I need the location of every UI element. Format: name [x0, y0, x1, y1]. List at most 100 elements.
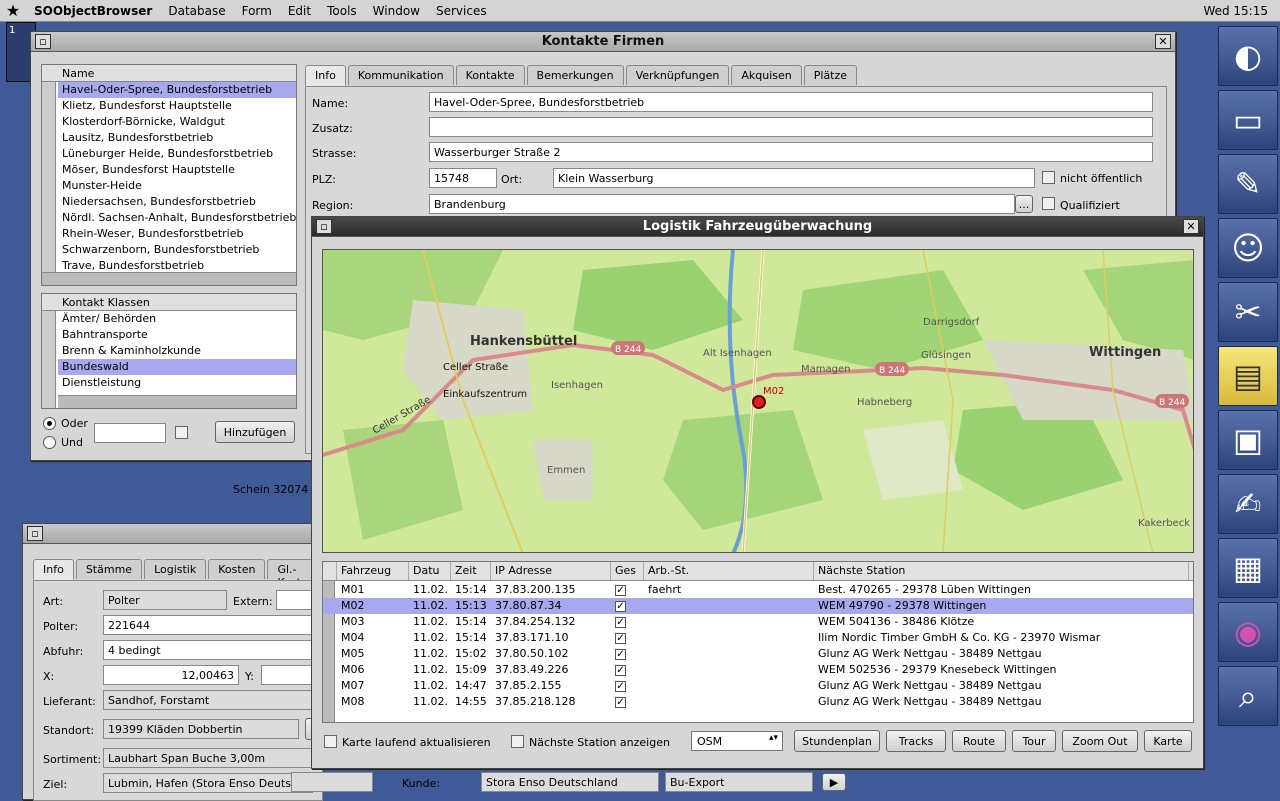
export-arrow-button[interactable]: ▶	[822, 773, 846, 791]
minimize-button[interactable]: ▫	[35, 34, 51, 49]
textedit-icon[interactable]: ✍	[1218, 474, 1278, 534]
table-row[interactable]: M08 11.02. 14:55 37.85.218.128 ✓ Glunz AG Wer…	[323, 694, 1193, 710]
list-item[interactable]: Brenn & Kaminholzkunde	[58, 343, 296, 359]
check-icon[interactable]: ✓	[615, 665, 626, 676]
list-item[interactable]: Lausitz, Bundesforstbetrieb	[58, 130, 296, 146]
karte-aktualisieren-checkbox[interactable]	[324, 735, 337, 748]
plz-field[interactable]: 15748	[429, 168, 497, 188]
list-item[interactable]: Schwarzenborn, Bundesforstbetrieb	[58, 242, 296, 258]
check-icon[interactable]: ✓	[615, 617, 626, 628]
col-ges[interactable]: Ges	[611, 562, 644, 580]
finder-icon[interactable]: ☺	[1218, 218, 1278, 278]
klassen-filter-input[interactable]	[94, 423, 166, 443]
tab-staemme[interactable]: Stämme	[75, 559, 143, 579]
notes-icon[interactable]: ▤	[1218, 346, 1278, 406]
minimize-button[interactable]: ▫	[316, 219, 332, 234]
list-item[interactable]: Rhein-Weser, Bundesforstbetrieb	[58, 226, 296, 242]
export-field[interactable]: Bu-Export	[665, 772, 813, 792]
tab-akquisen[interactable]: Akquisen	[731, 65, 802, 85]
route-button[interactable]: Route	[952, 730, 1006, 752]
disk-icon[interactable]: ◉	[1218, 602, 1278, 662]
close-button[interactable]: ✕	[1155, 34, 1171, 49]
sortiment-field[interactable]: Laubhart Span Buche 3,00m	[103, 748, 313, 768]
minimize-button[interactable]: ▫	[27, 526, 43, 541]
tab-verknuepfungen[interactable]: Verknüpfungen	[625, 65, 730, 85]
klassen-list-hscrollbar[interactable]	[58, 395, 296, 408]
col-fahrzeug[interactable]: Fahrzeug	[337, 562, 409, 580]
standort-field[interactable]: 19399 Kläden Dobbertin	[103, 719, 299, 739]
tab-info[interactable]: Info	[33, 559, 74, 580]
region-picker-button[interactable]: ...	[1015, 195, 1033, 213]
qualifiziert-checkbox[interactable]	[1042, 197, 1055, 210]
menu-form[interactable]: Form	[234, 4, 280, 18]
col-ip[interactable]: IP Adresse	[491, 562, 611, 580]
check-icon[interactable]: ✓	[615, 697, 626, 708]
tools-icon[interactable]: ✂	[1218, 282, 1278, 342]
ort-field[interactable]: Klein Wasserburg	[553, 168, 1035, 188]
list-item[interactable]: Möser, Bundesforst Hauptstelle	[58, 162, 296, 178]
tab-bemerkungen[interactable]: Bemerkungen	[526, 65, 624, 85]
name-list-hscrollbar[interactable]	[42, 272, 296, 285]
kontakte-firmen-titlebar[interactable]: ▫ Kontakte Firmen ✕	[31, 32, 1175, 52]
vehicle-map[interactable]: Hankensbüttel Celler Straße Einkaufszent…	[322, 249, 1194, 553]
lieferant-field[interactable]: Sandhof, Forstamt	[103, 690, 323, 710]
polter-field[interactable]: 221644	[103, 615, 323, 635]
art-field[interactable]: Polter	[103, 590, 227, 610]
check-icon[interactable]: ✓	[615, 681, 626, 692]
kunde-field[interactable]: Stora Enso Deutschland	[481, 772, 659, 792]
menu-window[interactable]: Window	[365, 4, 428, 18]
monitor-icon[interactable]: ▭	[1218, 90, 1278, 150]
karte-button[interactable]: Karte	[1144, 730, 1192, 752]
zusatz-field[interactable]	[429, 117, 1153, 137]
terminal-icon[interactable]: ▣	[1218, 410, 1278, 470]
name-field[interactable]: Havel-Oder-Spree, Bundesforstbetrieb	[429, 92, 1153, 112]
magnifier-icon[interactable]: ⌕	[1218, 666, 1278, 726]
ziel-field[interactable]: Lubmin, Hafen (Stora Enso Deutschland Gm…	[103, 773, 313, 793]
list-item[interactable]: Lüneburger Heide, Bundesforstbetrieb	[58, 146, 296, 162]
list-item[interactable]: Bundeswald	[58, 359, 296, 375]
list-item[interactable]: Dienstleistung	[58, 375, 296, 391]
table-row[interactable]: M05 11.02. 15:02 37.80.50.102 ✓ Glunz AG Werk…	[323, 646, 1193, 662]
list-item[interactable]: Bahntransporte	[58, 327, 296, 343]
list-item[interactable]: Ämter/ Behörden	[58, 311, 296, 327]
menu-app-name[interactable]: SOObjectBrowser	[26, 4, 160, 18]
zoom-out-button[interactable]: Zoom Out	[1062, 730, 1138, 752]
close-button[interactable]: ✕	[1183, 219, 1199, 234]
strasse-field[interactable]: Wasserburger Straße 2	[429, 142, 1153, 162]
system-icon[interactable]: ◐	[1218, 26, 1278, 86]
nicht-oeffentlich-checkbox[interactable]	[1042, 171, 1055, 184]
col-station[interactable]: Nächste Station	[814, 562, 1189, 580]
und-radio[interactable]	[43, 436, 56, 449]
menu-tools[interactable]: Tools	[319, 4, 365, 18]
station-anzeigen-checkbox[interactable]	[511, 735, 524, 748]
tab-kommunikation[interactable]: Kommunikation	[347, 65, 454, 85]
table-row[interactable]: M02 11.02. 15:13 37.80.87.34 ✓ WEM 49790 - 29…	[323, 598, 1193, 614]
app-star-icon[interactable]: ★	[0, 1, 26, 20]
table-row[interactable]: M07 11.02. 14:47 37.85.2.155 ✓ Glunz AG Werk …	[323, 678, 1193, 694]
logistik-titlebar[interactable]: ▫ Logistik Fahrzeugüberwachung ✕	[312, 217, 1203, 237]
menu-services[interactable]: Services	[428, 4, 495, 18]
list-item[interactable]: Klosterdorf-Börnicke, Waldgut	[58, 114, 296, 130]
graph-icon[interactable]: ▦	[1218, 538, 1278, 598]
oder-radio[interactable]	[43, 417, 56, 430]
tab-kosten[interactable]: Kosten	[208, 559, 266, 579]
list-item[interactable]: Niedersachsen, Bundesforstbetrieb	[58, 194, 296, 210]
paint-icon[interactable]: ✎	[1218, 154, 1278, 214]
name-list-header[interactable]: Name	[42, 65, 296, 82]
table-row[interactable]: M06 11.02. 15:09 37.83.49.226 ✓ WEM 502536 - …	[323, 662, 1193, 678]
check-icon[interactable]: ✓	[615, 649, 626, 660]
list-item[interactable]: Klietz, Bundesforst Hauptstelle	[58, 98, 296, 114]
tour-button[interactable]: Tour	[1012, 730, 1056, 752]
stundenplan-button[interactable]: Stundenplan	[794, 730, 880, 752]
polter-titlebar[interactable]: ▫	[23, 524, 321, 544]
menu-edit[interactable]: Edit	[280, 4, 319, 18]
tab-logistik[interactable]: Logistik	[144, 559, 207, 579]
table-row[interactable]: M01 11.02. 15:14 37.83.200.135 ✓ faehrt Best. …	[323, 582, 1193, 598]
vehicle-marker-m02[interactable]	[752, 395, 766, 409]
list-item[interactable]: Nördl. Sachsen-Anhalt, Bundesforstbetrie…	[58, 210, 296, 226]
col-datum[interactable]: Datu	[409, 562, 451, 580]
tab-plaetze[interactable]: Plätze	[803, 65, 858, 85]
check-icon[interactable]: ✓	[615, 633, 626, 644]
tab-kontakte[interactable]: Kontakte	[455, 65, 525, 85]
region-field[interactable]: Brandenburg	[429, 194, 1015, 214]
